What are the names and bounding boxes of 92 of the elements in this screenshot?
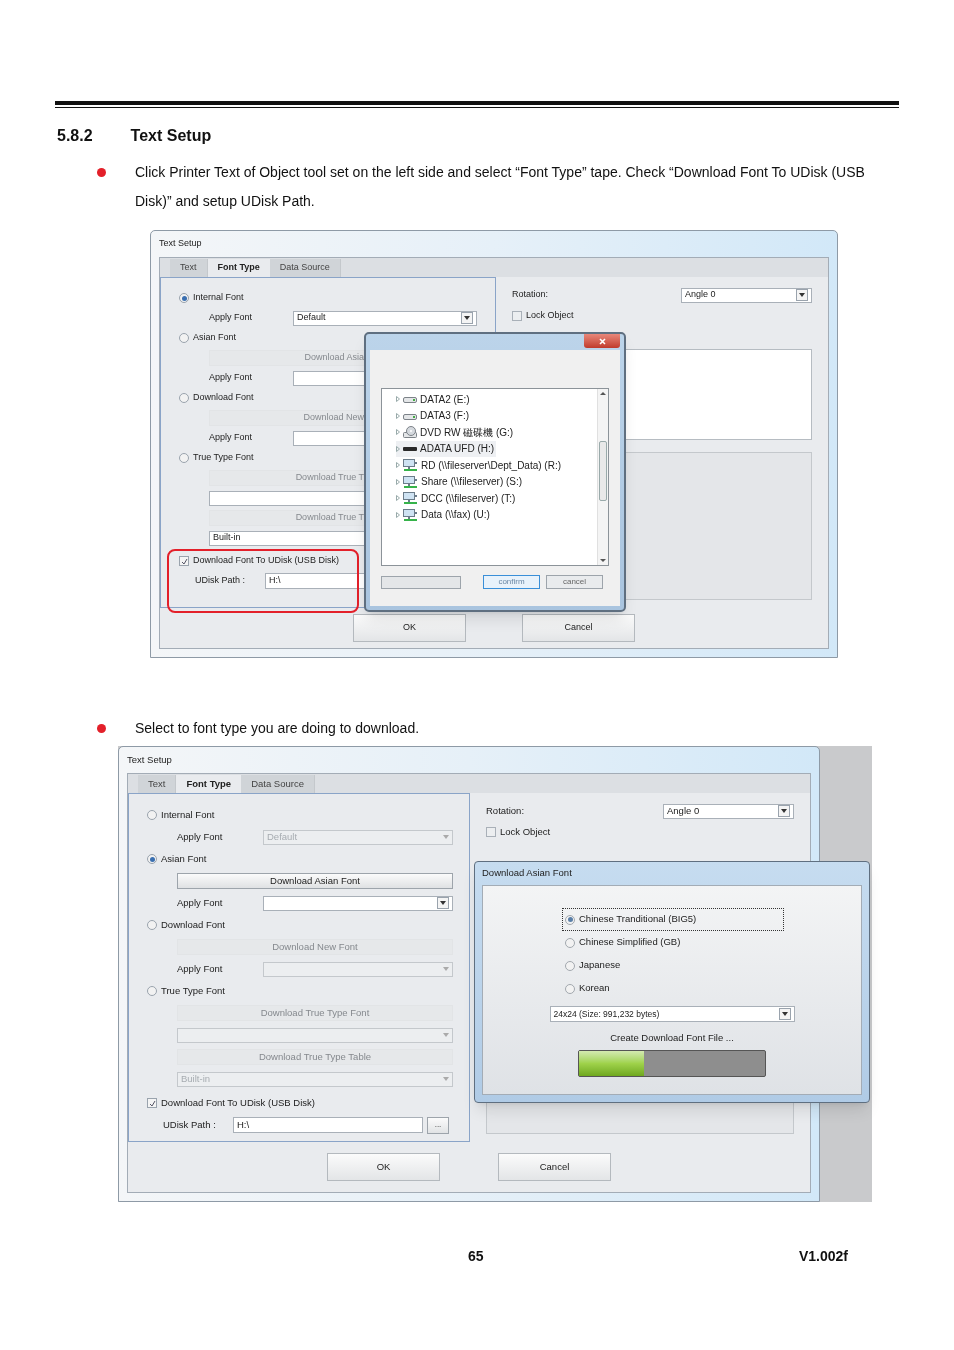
field-label: Rotation: <box>486 803 525 818</box>
dropdown-arrow-icon <box>443 967 449 971</box>
radio-option[interactable]: Chinese Tranditional (BIG5) <box>562 908 784 931</box>
tab[interactable]: Data Source <box>269 259 341 277</box>
dropdown-arrow-icon <box>443 1033 449 1037</box>
radio-option[interactable]: True Type Font <box>147 983 225 999</box>
close-button[interactable] <box>584 334 620 348</box>
page-number: 65 <box>468 1247 484 1266</box>
radio-option[interactable]: Korean <box>562 977 784 1000</box>
radio-option[interactable]: Asian Font <box>147 851 207 867</box>
drive-icon <box>403 411 417 420</box>
field-label: Apply Font <box>209 431 254 445</box>
tab[interactable]: Font Type <box>176 775 242 793</box>
dropdown[interactable]: 24x24 (Size: 991,232 bytes) <box>549 1006 795 1022</box>
tree-item[interactable]: DCC (\\fileserver) (T:) <box>396 490 518 507</box>
browse-button[interactable]: ... <box>427 1116 449 1134</box>
network-drive-icon <box>403 492 418 505</box>
section-number: 5.8.2 <box>57 126 93 146</box>
expand-icon <box>396 478 400 485</box>
expand-icon <box>396 495 400 502</box>
window-title: Text Setup <box>159 237 202 251</box>
close-icon <box>598 337 606 345</box>
section-title: Text Setup <box>130 126 212 146</box>
field-label: Apply Font <box>209 371 254 385</box>
field-label: Apply Font <box>177 895 224 910</box>
bullet-text: Select to font type you are doing to download. <box>135 719 420 738</box>
dialog-button[interactable]: confirm <box>483 575 540 589</box>
expand-icon <box>396 462 400 469</box>
tree-item[interactable]: RD (\\fileserver\Dept_Data) (R:) <box>396 457 564 474</box>
scroll-thumb[interactable] <box>599 441 607 501</box>
expand-icon <box>396 412 400 419</box>
scroll-down-icon[interactable] <box>600 557 606 563</box>
field-label: Apply Font <box>209 311 254 325</box>
field-label: Apply Font <box>177 829 224 844</box>
tab[interactable]: Data Source <box>241 775 315 793</box>
dropdown[interactable]: Angle 0 <box>681 287 812 303</box>
checkbox-option[interactable]: Download Font To UDisk (USB Disk) <box>147 1095 315 1111</box>
tree-item[interactable]: Data (\\fax) (U:) <box>396 506 492 523</box>
dialog-button[interactable]: Cancel <box>522 614 635 642</box>
scroll-up-icon[interactable] <box>600 391 606 397</box>
radio-option[interactable]: Internal Font <box>147 807 215 823</box>
tab[interactable]: Text <box>170 259 208 277</box>
expand-icon <box>396 429 400 436</box>
radio-option[interactable]: Internal Font <box>179 291 244 305</box>
blank-button[interactable] <box>381 575 461 589</box>
disc-drive-icon <box>403 426 417 439</box>
dialog-button[interactable]: Cancel <box>498 1153 611 1181</box>
checkbox-option[interactable]: Lock Object <box>486 825 794 840</box>
tab[interactable]: Font Type <box>207 259 270 277</box>
bullet-text: Click Printer Text of Object tool set on the left side and select “Font Type” tape. Check “Download Font To UDisk (USB Disk)” and setup UDisk Path. <box>135 163 866 211</box>
tab[interactable]: Text <box>138 775 177 793</box>
tree-item[interactable]: Share (\\fileserver) (S:) <box>396 473 525 490</box>
radio-option[interactable]: True Type Font <box>179 451 254 465</box>
dropdown-arrow-icon <box>443 1077 449 1081</box>
dropdown[interactable]: Default <box>293 310 477 326</box>
drive-icon <box>403 395 417 404</box>
field-label: Apply Font <box>177 961 224 976</box>
network-drive-icon <box>403 475 418 488</box>
tree-item[interactable]: DVD RW 磁碟機 (G:) <box>396 424 516 441</box>
network-drive-icon <box>403 508 418 521</box>
bullet-icon <box>97 724 106 733</box>
dialog-button[interactable]: cancel <box>546 575 603 589</box>
radio-option[interactable]: Download Font <box>179 391 254 405</box>
expand-icon <box>396 445 400 452</box>
bullet-icon <box>97 168 106 177</box>
checkbox-option[interactable]: Download Font To UDisk (USB Disk) <box>179 554 339 568</box>
dialog-button[interactable]: OK <box>327 1153 440 1181</box>
usb-drive-icon <box>403 445 417 452</box>
field-label: UDisk Path : <box>195 574 246 588</box>
tree-item[interactable]: DATA3 (F:) <box>396 407 472 424</box>
input-field[interactable]: H:\ <box>233 1117 423 1133</box>
status-text: Create Download Font File ... <box>610 1031 734 1045</box>
tree-item[interactable]: DATA2 (E:) <box>396 391 472 408</box>
radio-option[interactable]: Asian Font <box>179 331 237 345</box>
dialog-title: Download Asian Font <box>482 866 572 881</box>
checkbox-option[interactable]: Lock Object <box>512 309 812 323</box>
expand-icon <box>396 396 400 403</box>
dropdown[interactable] <box>263 895 453 911</box>
tree-item[interactable]: ADATA UFD (H:) <box>396 440 497 457</box>
dialog-button[interactable]: OK <box>353 614 466 642</box>
expand-icon <box>396 511 400 518</box>
field-label: Rotation: <box>512 288 549 302</box>
download-button[interactable]: Download Asian Font <box>177 873 453 889</box>
radio-option[interactable]: Download Font <box>147 917 225 933</box>
field-label: UDisk Path : <box>163 1117 217 1132</box>
window-title: Text Setup <box>127 752 172 767</box>
dropdown[interactable]: Angle 0 <box>663 803 794 819</box>
dropdown-arrow-icon <box>443 835 449 839</box>
network-drive-icon <box>403 459 418 472</box>
version-label: V1.002f <box>798 1247 848 1266</box>
radio-option[interactable]: Chinese Simplified (GB) <box>562 931 784 954</box>
radio-option[interactable]: Japanese <box>562 954 784 977</box>
